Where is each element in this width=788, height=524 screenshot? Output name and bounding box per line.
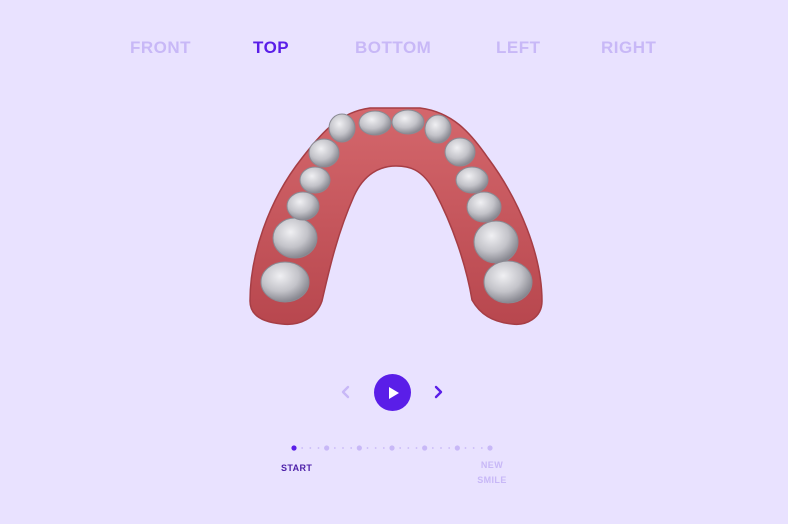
dental-arch-illustration xyxy=(249,107,543,326)
view-tabs: FRONT TOP BOTTOM LEFT RIGHT xyxy=(0,36,788,62)
chevron-right-icon xyxy=(434,385,443,399)
timeline-minor-tick xyxy=(301,447,304,449)
timeline-end-label: NEW SMILE xyxy=(477,460,507,485)
tab-front[interactable]: FRONT xyxy=(130,36,191,60)
timeline-step-dot[interactable] xyxy=(324,445,330,451)
timeline-track xyxy=(291,445,493,451)
timeline-minor-tick xyxy=(448,447,451,449)
timeline-minor-tick xyxy=(472,447,475,449)
timeline-minor-tick xyxy=(342,447,344,449)
timeline-minor-tick xyxy=(350,447,353,449)
timeline-minor-tick xyxy=(333,447,336,449)
timeline-minor-tick xyxy=(374,447,377,449)
timeline-step-dot[interactable] xyxy=(487,445,493,451)
timeline-minor-tick xyxy=(407,447,410,449)
play-button[interactable] xyxy=(374,374,411,411)
treatment-timeline[interactable] xyxy=(280,440,510,456)
tab-right[interactable]: RIGHT xyxy=(601,36,656,60)
timeline-minor-tick xyxy=(415,447,418,449)
timeline-minor-tick xyxy=(317,447,320,449)
chevron-left-icon xyxy=(341,385,350,399)
dental-arch-model[interactable] xyxy=(230,96,560,341)
timeline-minor-tick xyxy=(480,447,483,449)
timeline-step-dot[interactable] xyxy=(454,445,460,451)
timeline-step-dot[interactable] xyxy=(356,445,362,451)
tab-bottom[interactable]: BOTTOM xyxy=(355,36,431,60)
tab-top[interactable]: TOP xyxy=(253,36,289,60)
timeline-minor-tick xyxy=(431,447,434,449)
timeline-minor-tick xyxy=(464,447,467,449)
play-icon xyxy=(388,386,399,399)
next-button[interactable] xyxy=(428,382,448,402)
timeline-minor-tick xyxy=(366,447,369,449)
tab-left[interactable]: LEFT xyxy=(496,36,541,60)
timeline-minor-tick xyxy=(399,447,402,449)
timeline-minor-tick xyxy=(382,447,385,449)
previous-button[interactable] xyxy=(336,382,356,402)
timeline-minor-tick xyxy=(440,447,442,449)
timeline-minor-tick xyxy=(309,447,312,449)
timeline-start-label: START xyxy=(281,463,313,473)
timeline-step-dot[interactable] xyxy=(389,445,395,451)
playback-controls xyxy=(0,372,788,412)
timeline-step-dot[interactable] xyxy=(291,445,297,451)
timeline-step-dot[interactable] xyxy=(422,445,428,451)
